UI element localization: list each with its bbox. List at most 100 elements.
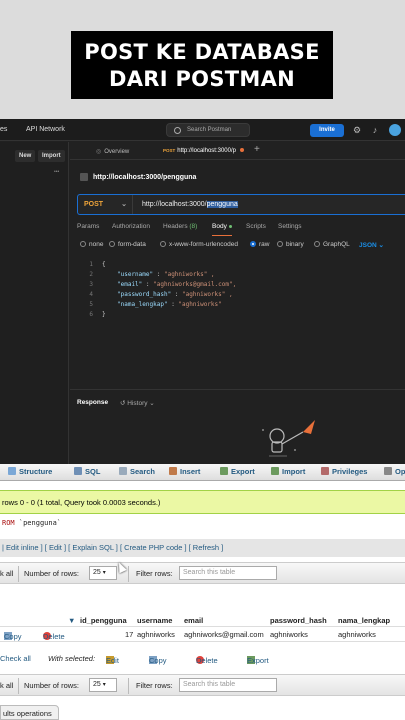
- workspaces-menu[interactable]: es: [0, 126, 7, 133]
- json-value: "aghniworks": [178, 301, 222, 308]
- request-name-text: http://localhost:3000/pengguna: [93, 173, 197, 181]
- tab-headers[interactable]: Headers (8): [163, 223, 197, 230]
- check-all-link[interactable]: Check all: [0, 654, 31, 663]
- phpmyadmin-panel: Structure SQL Search Insert Export Impor…: [0, 464, 405, 720]
- tab-privileges[interactable]: Privileges: [321, 467, 367, 476]
- sort-arrow-icon[interactable]: ▼: [68, 616, 75, 625]
- tab-sql-label: SQL: [85, 467, 101, 476]
- settings-gear-icon[interactable]: ⚙: [352, 125, 362, 135]
- tab-import-label: Import: [282, 467, 306, 476]
- code-line: "email" : "aghniworks@gmail.com",: [117, 281, 237, 288]
- format-select[interactable]: JSON ⌄: [359, 241, 384, 249]
- tab-operations-label: Op: [395, 467, 405, 476]
- col-password-hash[interactable]: password_hash: [270, 616, 327, 625]
- pma-tabs: Structure SQL Search Insert Export Impor…: [0, 464, 405, 481]
- tab-overview[interactable]: ◎ Overview: [96, 148, 129, 155]
- success-message: rows 0 - 0 (1 total, Query took 0.0003 s…: [0, 490, 405, 514]
- url-input[interactable]: http://localhost:3000/pengguna: [142, 195, 238, 214]
- col-username[interactable]: username: [137, 616, 172, 625]
- json-value: "aghniworks" ,: [163, 271, 215, 278]
- tab-export[interactable]: Export: [220, 467, 255, 476]
- table-navigation-top: k all Number of rows: 25 ▾ Filter rows: …: [0, 562, 405, 584]
- import-icon: [271, 467, 279, 475]
- tab-insert[interactable]: Insert: [169, 467, 200, 476]
- more-options-icon[interactable]: •••: [54, 169, 59, 175]
- query-results-operations-tab[interactable]: ults operations: [0, 705, 59, 720]
- insert-icon: [169, 467, 177, 475]
- tab-sql[interactable]: SQL: [74, 467, 100, 476]
- rows-select[interactable]: 25 ▾: [89, 678, 117, 692]
- line-number: 5: [89, 301, 93, 308]
- sql-query: ROM `pengguna`: [2, 519, 61, 527]
- filter-placeholder: Search this table: [183, 681, 236, 688]
- filter-input[interactable]: Search this table: [179, 678, 277, 692]
- tab-authorization[interactable]: Authorization: [112, 223, 150, 230]
- tab-operations[interactable]: Op: [384, 467, 405, 476]
- avatar[interactable]: [389, 124, 401, 136]
- json-key: "password_hash": [117, 291, 172, 298]
- col-email[interactable]: email: [184, 616, 203, 625]
- check-all-link[interactable]: k all: [0, 569, 13, 578]
- option-none-label: none: [89, 241, 104, 248]
- tab-import[interactable]: Import: [271, 467, 305, 476]
- search-icon: [174, 127, 181, 134]
- check-all-link[interactable]: k all: [0, 681, 13, 690]
- unsaved-dot-icon: [239, 148, 244, 153]
- radio-selected-icon: [250, 241, 256, 247]
- structure-icon: [8, 467, 16, 475]
- method-select[interactable]: POST ⌄: [78, 195, 133, 214]
- query-links[interactable]: | Edit inline ] [ Edit ] [ Explain SQL ]…: [0, 539, 405, 557]
- body-type-options: none form-data x-www-form-urlencoded raw…: [80, 241, 400, 253]
- code-editor[interactable]: 1 { 2 "username" : "aghniworks" , 3 "ema…: [77, 261, 405, 381]
- tab-search[interactable]: Search: [119, 467, 155, 476]
- tab-structure[interactable]: Structure: [8, 467, 52, 476]
- invite-button[interactable]: Invite: [310, 124, 344, 137]
- http-request-icon: [80, 173, 88, 181]
- import-button[interactable]: Import: [38, 150, 65, 162]
- col-id-pengguna[interactable]: id_pengguna: [80, 616, 127, 625]
- line-number: 4: [89, 291, 93, 298]
- rows-value: 25: [93, 681, 101, 688]
- search-input[interactable]: Search Postman: [166, 123, 250, 137]
- tab-post-request[interactable]: POST http://localhost:3000/p: [163, 148, 244, 154]
- radio-icon: [314, 241, 320, 247]
- table-row: Copy Delete 17 aghniworks aghniworks@gma…: [0, 628, 405, 642]
- success-text: rows 0 - 0 (1 total, Query took 0.0003 s…: [2, 498, 161, 507]
- option-graphql[interactable]: GraphQL: [314, 241, 350, 248]
- delete-label: Delete: [43, 632, 65, 641]
- postman-sidebar: New Import •••: [0, 142, 69, 464]
- col-nama-lengkap[interactable]: nama_lengkap: [338, 616, 390, 625]
- search-placeholder: Search Postman: [187, 127, 232, 133]
- filter-label: Filter rows:: [136, 569, 173, 578]
- new-button[interactable]: New: [15, 150, 36, 162]
- api-network-link[interactable]: API Network: [26, 126, 65, 133]
- tab-settings[interactable]: Settings: [278, 223, 302, 230]
- json-value: "aghniworks" ,: [182, 291, 233, 298]
- option-urlencoded[interactable]: x-www-form-urlencoded: [160, 241, 238, 248]
- tab-params[interactable]: Params: [77, 223, 99, 230]
- filter-input[interactable]: Search this table: [179, 566, 277, 580]
- option-form-data-label: form-data: [118, 241, 146, 248]
- option-raw[interactable]: raw: [250, 241, 269, 248]
- option-form-data[interactable]: form-data: [109, 241, 146, 248]
- radio-icon: [160, 241, 166, 247]
- history-label: History: [127, 400, 148, 407]
- rows-select[interactable]: 25 ▾: [89, 566, 117, 580]
- history-button[interactable]: ↺ History ⌄: [120, 399, 155, 407]
- tab-body[interactable]: Body: [212, 223, 232, 236]
- notification-bell-icon[interactable]: ♪: [370, 125, 380, 135]
- rows-label: Number of rows:: [24, 569, 80, 578]
- tab-scripts[interactable]: Scripts: [246, 223, 266, 230]
- divider: [128, 678, 129, 694]
- option-none[interactable]: none: [80, 241, 103, 248]
- tab-search-label: Search: [130, 467, 156, 476]
- screen: POST KE DATABASE DARI POSTMAN es API Net…: [0, 0, 405, 720]
- query-results-label: ults operations: [3, 709, 52, 718]
- option-binary[interactable]: binary: [277, 241, 304, 248]
- operations-icon: [384, 467, 392, 475]
- new-tab-button[interactable]: +: [254, 144, 260, 155]
- url-selected-text: pengguna: [206, 201, 238, 208]
- divider: [18, 678, 19, 694]
- copy-label: Copy: [4, 632, 22, 641]
- filter-placeholder: Search this table: [183, 569, 236, 576]
